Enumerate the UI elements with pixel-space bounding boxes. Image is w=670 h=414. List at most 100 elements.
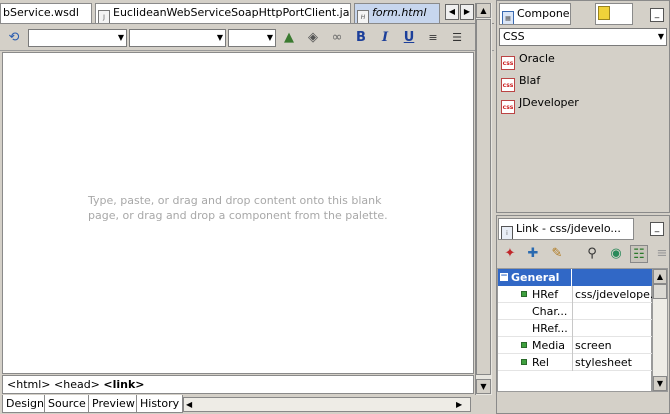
font-family-select[interactable]: ▼ bbox=[129, 29, 226, 47]
property-value[interactable]: screen bbox=[572, 337, 652, 354]
minimize-icon[interactable]: _ bbox=[650, 222, 664, 236]
breadcrumb-link[interactable]: <link> bbox=[103, 378, 144, 391]
property-row-href[interactable]: HRef css/jdevelope... bbox=[498, 286, 653, 303]
block-format-select[interactable]: ▼ bbox=[28, 29, 127, 47]
column-divider bbox=[571, 269, 572, 286]
property-name: HRef bbox=[532, 288, 559, 301]
italic-icon[interactable]: I bbox=[376, 29, 394, 47]
add-property-icon[interactable]: ✚ bbox=[524, 245, 542, 263]
tab-form-html[interactable]: Hform.html bbox=[354, 3, 440, 23]
scroll-up-icon[interactable]: ▲ bbox=[653, 269, 667, 284]
editor-vertical-scrollbar[interactable]: ▲ ▼ bbox=[475, 3, 492, 396]
tab-preview[interactable]: Preview bbox=[88, 395, 139, 413]
breadcrumb-head[interactable]: <head> bbox=[54, 378, 100, 391]
css-file-icon: css bbox=[501, 100, 515, 114]
formatting-toolbar: ⟲ ▼ ▼ ▼ ▲ ◈ ∞ B I U ≡ ☰ bbox=[0, 25, 494, 51]
property-row-rel[interactable]: Rel stylesheet bbox=[498, 354, 653, 371]
tab-label: Link - css/jdevelo... bbox=[516, 222, 621, 235]
link-icon[interactable]: ∞ bbox=[328, 29, 346, 47]
item-label: Blaf bbox=[519, 74, 541, 87]
property-value[interactable]: stylesheet bbox=[572, 354, 652, 371]
chevron-down-icon: ▼ bbox=[117, 33, 124, 42]
scroll-up-icon[interactable]: ▲ bbox=[476, 3, 491, 18]
toggle-view-icon[interactable]: ☷ bbox=[630, 245, 648, 263]
tab-design[interactable]: Design bbox=[2, 395, 48, 413]
tab-euclidean-client-java[interactable]: J EuclideanWebServiceSoapHttpPortClient.j… bbox=[95, 3, 351, 23]
section-label: General bbox=[511, 271, 560, 284]
tab-label: Preview bbox=[92, 397, 135, 410]
hint-line: page, or drag and drop a component from … bbox=[88, 209, 388, 222]
hint-line: Type, paste, or drag and drop content on… bbox=[88, 194, 382, 207]
property-name: Rel bbox=[532, 356, 549, 369]
tab-property-inspector[interactable]: i Link - css/jdevelo... bbox=[498, 218, 634, 240]
chevron-down-icon: ▼ bbox=[266, 33, 273, 42]
component-palette-panel: ▦Compone... _ CSS ▼ css Oracle css Blaf cs… bbox=[496, 0, 670, 213]
property-row-media[interactable]: Media screen bbox=[498, 337, 653, 354]
property-inspector-panel: i Link - css/jdevelo... _ ✦ ✚ ✎ ⚲ ◉ ☷ ≡ −… bbox=[496, 215, 670, 414]
property-name: Media bbox=[532, 339, 566, 352]
collapse-icon[interactable]: − bbox=[500, 272, 508, 281]
numbered-list-icon[interactable]: ≡ bbox=[424, 29, 442, 47]
property-value[interactable] bbox=[572, 303, 652, 320]
tab-label: Source bbox=[48, 397, 86, 410]
minimize-icon[interactable]: _ bbox=[650, 8, 664, 22]
empty-page-hint: Type, paste, or drag and drop content on… bbox=[88, 193, 398, 223]
item-label: JDeveloper bbox=[519, 96, 579, 109]
tab-bservice-wsdl[interactable]: bService.wsdl bbox=[0, 3, 92, 23]
editor-horizontal-scrollbar[interactable]: ◀ ▶ bbox=[183, 397, 471, 412]
selected-category: CSS bbox=[503, 30, 525, 43]
property-grid: − General HRef css/jdevelope... Char... … bbox=[497, 268, 653, 392]
tab-label: EuclideanWebServiceSoapHttpPortClient.ja… bbox=[113, 6, 351, 19]
find-icon[interactable]: ⚲ bbox=[583, 245, 601, 263]
bold-icon[interactable]: B bbox=[352, 29, 370, 47]
structure-icon bbox=[598, 6, 610, 20]
property-value[interactable]: css/jdevelope... bbox=[572, 286, 652, 303]
underline-icon[interactable]: U bbox=[400, 29, 418, 47]
tab-structure[interactable] bbox=[595, 3, 633, 25]
tab-history[interactable]: History bbox=[136, 395, 184, 413]
property-scrollbar[interactable]: ▲ ▼ bbox=[652, 268, 668, 392]
set-value-icon bbox=[521, 342, 527, 348]
property-value[interactable] bbox=[572, 320, 652, 337]
palette-category-select[interactable]: CSS ▼ bbox=[499, 28, 667, 46]
property-name: HRef... bbox=[532, 322, 568, 335]
palette-item-jdeveloper[interactable]: css JDeveloper bbox=[501, 93, 579, 114]
scroll-thumb[interactable] bbox=[653, 284, 667, 299]
tag-breadcrumb: <html> <head> <link> bbox=[2, 375, 474, 394]
scroll-thumb[interactable] bbox=[476, 19, 491, 375]
background-color-icon[interactable]: ◈ bbox=[304, 29, 322, 47]
bulleted-list-icon[interactable]: ☰ bbox=[448, 29, 466, 47]
section-header-general[interactable]: − General bbox=[498, 269, 653, 286]
tab-label: bService.wsdl bbox=[3, 6, 79, 19]
property-name: Char... bbox=[532, 305, 568, 318]
palette-item-blaf[interactable]: css Blaf bbox=[501, 71, 541, 92]
categories-icon[interactable]: ◉ bbox=[607, 245, 625, 263]
scroll-tabs-right-icon[interactable]: ▶ bbox=[460, 4, 474, 20]
editor-tab-bar: bService.wsdl J EuclideanWebServiceSoapHt… bbox=[0, 0, 494, 24]
property-row-hreflang[interactable]: HRef... bbox=[498, 320, 653, 337]
scroll-down-icon[interactable]: ▼ bbox=[653, 376, 667, 391]
chevron-down-icon: ▼ bbox=[216, 33, 223, 42]
font-color-icon[interactable]: ▲ bbox=[280, 29, 298, 47]
scroll-right-icon[interactable]: ▶ bbox=[456, 398, 462, 411]
inspector-icon: i bbox=[501, 226, 513, 239]
tab-label: History bbox=[140, 397, 180, 410]
breadcrumb-html[interactable]: <html> bbox=[7, 378, 51, 391]
scroll-tabs-left-icon[interactable]: ◀ bbox=[445, 4, 459, 20]
more-icon[interactable]: ≡ bbox=[653, 245, 670, 263]
item-label: Oracle bbox=[519, 52, 555, 65]
property-row-charset[interactable]: Char... bbox=[498, 303, 653, 320]
tab-label: form.html bbox=[372, 6, 427, 19]
tab-label: Compone... bbox=[517, 7, 570, 20]
scroll-left-icon[interactable]: ◀ bbox=[186, 398, 192, 411]
refresh-icon[interactable]: ⟲ bbox=[5, 29, 23, 47]
edit-icon[interactable]: ✎ bbox=[548, 245, 566, 263]
scroll-down-icon[interactable]: ▼ bbox=[476, 379, 491, 394]
tab-component-palette[interactable]: ▦Compone... bbox=[499, 3, 571, 25]
tab-source[interactable]: Source bbox=[44, 395, 90, 413]
pin-icon[interactable]: ✦ bbox=[501, 245, 519, 263]
font-size-select[interactable]: ▼ bbox=[228, 29, 276, 47]
palette-item-oracle[interactable]: css Oracle bbox=[501, 49, 555, 70]
set-value-icon bbox=[521, 359, 527, 365]
set-value-icon bbox=[521, 291, 527, 297]
